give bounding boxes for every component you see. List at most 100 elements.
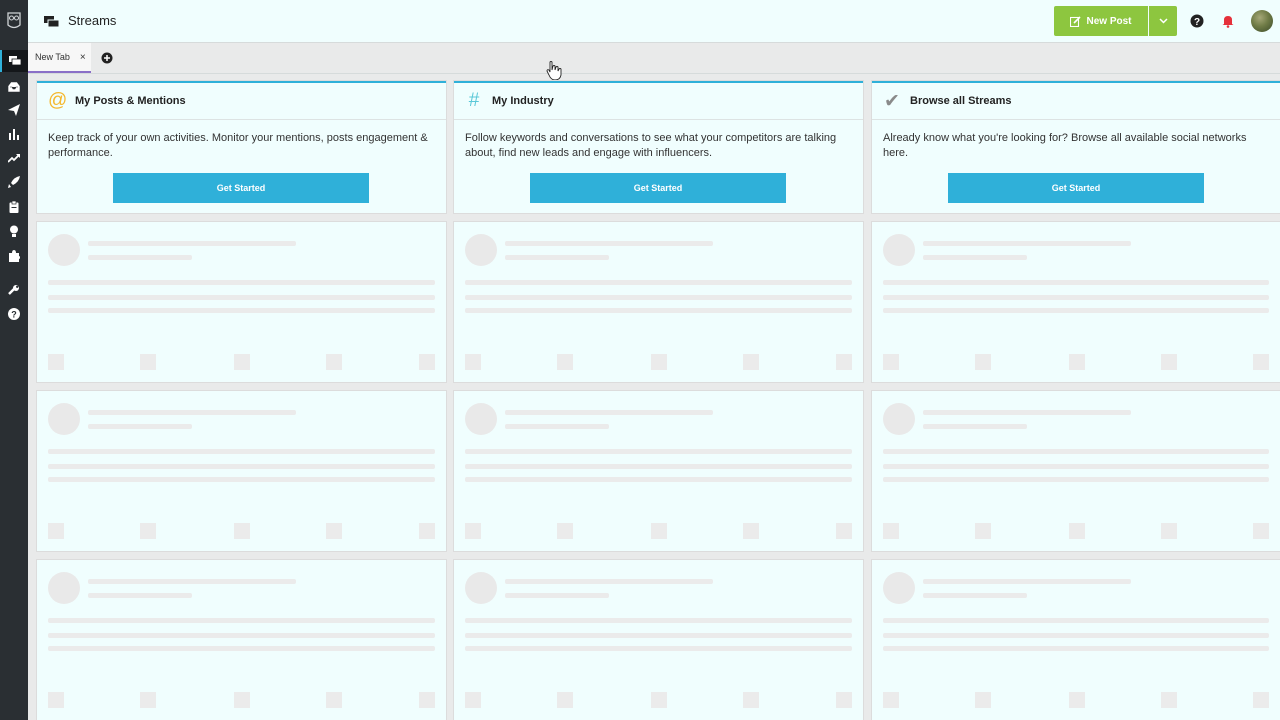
sidebar-item-trending[interactable] bbox=[0, 147, 28, 169]
placeholder-line bbox=[505, 241, 713, 246]
loading-placeholder-card bbox=[872, 560, 1280, 720]
loading-placeholder-card bbox=[37, 222, 446, 382]
placeholder-line bbox=[48, 280, 435, 285]
placeholder-line bbox=[465, 295, 852, 300]
placeholder-action bbox=[326, 692, 342, 708]
loading-placeholder-card bbox=[872, 391, 1280, 551]
placeholder-line bbox=[465, 646, 852, 651]
add-tab-icon[interactable] bbox=[101, 52, 113, 64]
placeholder-line bbox=[883, 477, 1269, 482]
page-title: Streams bbox=[68, 13, 117, 28]
placeholder-line bbox=[48, 295, 435, 300]
card-description: Follow keywords and conversations to see… bbox=[465, 132, 837, 159]
card-header: # My Industry bbox=[454, 83, 863, 120]
placeholder-action bbox=[743, 523, 759, 539]
placeholder-line bbox=[88, 410, 296, 415]
close-icon[interactable]: × bbox=[80, 52, 86, 63]
placeholder-line bbox=[883, 464, 1269, 469]
card-header: @ My Posts & Mentions bbox=[37, 83, 446, 120]
placeholder-action bbox=[419, 354, 435, 370]
placeholder-line bbox=[465, 308, 852, 313]
new-post-button[interactable]: New Post bbox=[1054, 6, 1148, 36]
placeholder-line bbox=[465, 477, 852, 482]
card-description: Already know what you're looking for? Br… bbox=[883, 132, 1247, 159]
loading-placeholder-card bbox=[37, 560, 446, 720]
placeholder-action bbox=[836, 523, 852, 539]
avatar[interactable] bbox=[1251, 10, 1273, 32]
placeholder-line bbox=[505, 424, 609, 429]
get-started-button[interactable]: Get Started bbox=[530, 173, 786, 203]
svg-text:?: ? bbox=[1194, 17, 1200, 28]
placeholder-action bbox=[1253, 354, 1269, 370]
puzzle-icon bbox=[9, 250, 20, 262]
placeholder-action bbox=[836, 354, 852, 370]
new-post-label: New Post bbox=[1086, 15, 1132, 27]
placeholder-action bbox=[326, 354, 342, 370]
placeholder-line bbox=[48, 477, 435, 482]
placeholder-action bbox=[743, 354, 759, 370]
placeholder-line bbox=[48, 308, 435, 313]
stream-header-card: # My Industry Follow keywords and conversa… bbox=[454, 81, 863, 213]
sidebar-item-publisher[interactable] bbox=[0, 99, 28, 121]
analytics-icon bbox=[9, 129, 19, 140]
placeholder-avatar bbox=[465, 403, 497, 435]
help-icon[interactable]: ? bbox=[1190, 14, 1204, 28]
sidebar-item-inbox[interactable] bbox=[0, 76, 28, 98]
hand-cursor-icon bbox=[546, 61, 562, 81]
placeholder-action bbox=[465, 354, 481, 370]
tab-new-tab[interactable]: New Tab × bbox=[28, 43, 91, 73]
sidebar-item-streams[interactable] bbox=[0, 50, 28, 72]
placeholder-line bbox=[883, 618, 1269, 623]
placeholder-action bbox=[140, 692, 156, 708]
placeholder-action bbox=[557, 692, 573, 708]
sidebar: ? bbox=[0, 0, 28, 720]
loading-placeholder-card bbox=[454, 560, 863, 720]
placeholder-line bbox=[465, 464, 852, 469]
placeholder-action bbox=[140, 523, 156, 539]
placeholder-action bbox=[234, 692, 250, 708]
placeholder-line bbox=[923, 255, 1027, 260]
tab-label: New Tab bbox=[35, 52, 70, 62]
compose-icon bbox=[1070, 15, 1082, 27]
placeholder-action bbox=[48, 523, 64, 539]
placeholder-line bbox=[48, 646, 435, 651]
wrench-icon bbox=[8, 285, 19, 295]
placeholder-line bbox=[48, 464, 435, 469]
get-started-button[interactable]: Get Started bbox=[113, 173, 369, 203]
hashtag-icon: # bbox=[468, 90, 480, 111]
placeholder-avatar bbox=[883, 234, 915, 266]
placeholder-action bbox=[1161, 692, 1177, 708]
streams-icon bbox=[44, 16, 59, 28]
placeholder-action bbox=[836, 692, 852, 708]
get-started-button[interactable]: Get Started bbox=[948, 173, 1204, 203]
placeholder-line bbox=[465, 280, 852, 285]
new-post-dropdown-button[interactable] bbox=[1149, 6, 1177, 36]
placeholder-line bbox=[923, 241, 1131, 246]
loading-placeholder-card bbox=[454, 222, 863, 382]
sidebar-item-help[interactable]: ? bbox=[0, 303, 28, 325]
placeholder-action bbox=[234, 523, 250, 539]
sidebar-item-tools[interactable] bbox=[0, 279, 28, 301]
sidebar-item-clipboard[interactable] bbox=[0, 196, 28, 218]
placeholder-line bbox=[48, 449, 435, 454]
sidebar-item-lightbulb[interactable] bbox=[0, 220, 28, 242]
placeholder-avatar bbox=[883, 403, 915, 435]
inbox-icon bbox=[8, 81, 20, 93]
notification-bell-icon[interactable] bbox=[1221, 14, 1235, 28]
card-title: My Industry bbox=[492, 95, 554, 107]
placeholder-line bbox=[923, 593, 1027, 598]
placeholder-line bbox=[883, 295, 1269, 300]
card-header: ✔ Browse all Streams bbox=[872, 83, 1280, 120]
sidebar-item-rocket[interactable] bbox=[0, 171, 28, 193]
placeholder-action bbox=[1069, 692, 1085, 708]
placeholder-action bbox=[651, 692, 667, 708]
owl-logo-icon[interactable] bbox=[0, 0, 28, 42]
sidebar-item-analytics[interactable] bbox=[0, 123, 28, 145]
placeholder-line bbox=[48, 633, 435, 638]
placeholder-action bbox=[1161, 523, 1177, 539]
sidebar-item-apps[interactable] bbox=[0, 245, 28, 267]
placeholder-action bbox=[1069, 354, 1085, 370]
publisher-icon bbox=[8, 104, 20, 116]
lightbulb-icon bbox=[10, 225, 18, 237]
placeholder-line bbox=[923, 579, 1131, 584]
